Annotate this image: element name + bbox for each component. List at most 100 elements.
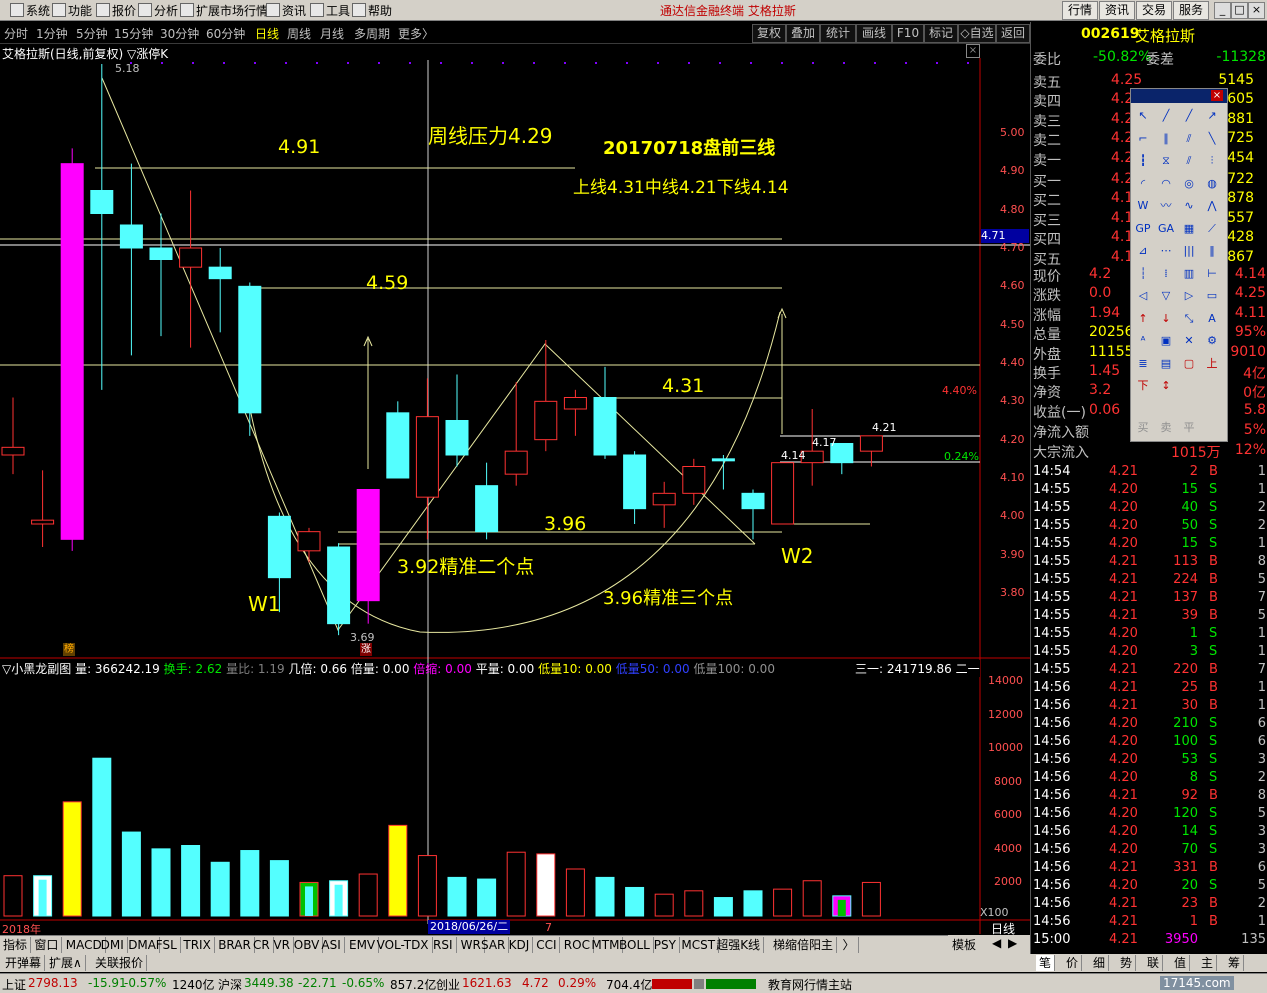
tick-row[interactable]: 14:56 4.21 331 B 6 bbox=[1031, 860, 1267, 878]
indicator-tab-6[interactable]: TRIX bbox=[180, 937, 215, 953]
indicator-tab-7[interactable]: BRAR bbox=[215, 937, 255, 953]
right-tab-6[interactable]: 主 bbox=[1198, 955, 1218, 971]
w-pattern-icon[interactable]: ⋀ bbox=[1203, 197, 1221, 215]
right-tab-2[interactable]: 细 bbox=[1090, 955, 1110, 971]
arc-icon[interactable]: ◜ bbox=[1134, 175, 1152, 193]
palette-text-2[interactable]: 平 bbox=[1180, 419, 1198, 437]
vertical-line-icon[interactable]: ┇ bbox=[1134, 152, 1152, 170]
multi-lines-icon[interactable]: ⫶ bbox=[1203, 152, 1221, 170]
save-icon[interactable]: ▤ bbox=[1157, 355, 1175, 373]
flat-mark-icon[interactable]: ↕ bbox=[1157, 377, 1175, 395]
indicator-tab-5[interactable]: FSL bbox=[153, 937, 181, 953]
indicator-tab-21[interactable]: BOLL bbox=[616, 937, 654, 953]
tick-row[interactable]: 14:56 4.20 20 S 5 bbox=[1031, 878, 1267, 896]
tick-row[interactable]: 14:55 4.21 39 B 5 bbox=[1031, 608, 1267, 626]
zigzag-icon[interactable]: 〰 bbox=[1157, 197, 1175, 215]
tick-row[interactable]: 14:56 4.20 120 S 5 bbox=[1031, 806, 1267, 824]
wave-icon[interactable]: W bbox=[1134, 197, 1152, 215]
period-item-3[interactable]: 15分钟 bbox=[114, 25, 153, 42]
segment-icon[interactable]: ⌐ bbox=[1134, 130, 1152, 148]
flag-icon[interactable]: ▷ bbox=[1180, 287, 1198, 305]
parallel-icon[interactable]: ∥ bbox=[1157, 130, 1175, 148]
toolbar-button-7[interactable]: 返回 bbox=[996, 24, 1030, 43]
ray-icon[interactable]: ╱ bbox=[1180, 107, 1198, 125]
toolbar-button-5[interactable]: 标记 bbox=[924, 24, 958, 43]
tick-row[interactable]: 15:00 4.21 3950 135 bbox=[1031, 932, 1267, 950]
fan-icon[interactable]: ⟋ bbox=[1203, 220, 1221, 238]
menu-right-button-3[interactable]: 服务 bbox=[1173, 1, 1209, 20]
toolbar-button-2[interactable]: 统计 bbox=[820, 24, 856, 43]
slash-icon[interactable]: ╲ bbox=[1203, 130, 1221, 148]
period-item-8[interactable]: 月线 bbox=[320, 25, 344, 42]
parallel-lines-icon[interactable]: ⫽ bbox=[1180, 152, 1198, 170]
palette-close-icon[interactable]: × bbox=[1211, 90, 1223, 101]
tick-row[interactable]: 14:56 4.21 92 B 8 bbox=[1031, 788, 1267, 806]
right-tab-7[interactable]: 筹 bbox=[1225, 955, 1245, 971]
tick-row[interactable]: 14:56 4.21 30 B 1 bbox=[1031, 698, 1267, 716]
settings-icon[interactable]: ⚙ bbox=[1203, 332, 1221, 350]
indicator-tab-0[interactable]: 指标 bbox=[0, 937, 32, 953]
palette-text-0[interactable]: 买 bbox=[1134, 419, 1152, 437]
trend-icon[interactable]: ∿ bbox=[1180, 197, 1198, 215]
bottom-tab-2[interactable]: 关联报价 bbox=[92, 955, 148, 971]
grid-icon[interactable]: ▦ bbox=[1180, 220, 1198, 238]
indicator-tab-18[interactable]: CCI bbox=[533, 937, 561, 953]
tick-row[interactable]: 14:56 4.20 8 S 2 bbox=[1031, 770, 1267, 788]
box-icon[interactable]: ◁ bbox=[1134, 287, 1152, 305]
right-tab-5[interactable]: 值 bbox=[1171, 955, 1191, 971]
bottom-tab-1[interactable]: 扩展∧ bbox=[46, 955, 86, 971]
zhang-marker[interactable]: 涨 bbox=[360, 643, 372, 656]
template-button[interactable]: 模板 bbox=[952, 936, 976, 953]
tick-row[interactable]: 14:55 4.20 1 S 1 bbox=[1031, 626, 1267, 644]
menu-right-button-1[interactable]: 资讯 bbox=[1099, 1, 1135, 20]
indicator-tab-22[interactable]: PSY bbox=[651, 937, 680, 953]
indicator-tab-11[interactable]: ASI bbox=[318, 937, 345, 953]
tick-row[interactable]: 14:55 4.20 3 S 1 bbox=[1031, 644, 1267, 662]
menu-right-button-0[interactable]: 行情 bbox=[1062, 1, 1098, 20]
bang-marker[interactable]: 榜 bbox=[63, 643, 75, 656]
menu-item-1[interactable]: 功能 bbox=[68, 2, 92, 19]
right-tab-3[interactable]: 势 bbox=[1117, 955, 1137, 971]
indicator-tab-14[interactable]: RSI bbox=[430, 937, 457, 953]
right-tab-0[interactable]: 笔 bbox=[1036, 955, 1056, 971]
indicator-tab-1[interactable]: 窗口 bbox=[31, 937, 63, 953]
right-tab-1[interactable]: 价 bbox=[1063, 955, 1083, 971]
toolbar-button-0[interactable]: 复权 bbox=[752, 24, 786, 43]
menu-item-2[interactable]: 报价 bbox=[112, 2, 136, 19]
toolbar-button-6[interactable]: ◇自选 bbox=[958, 24, 996, 43]
tick-row[interactable]: 14:56 4.21 23 B 2 bbox=[1031, 896, 1267, 914]
tick-row[interactable]: 14:55 4.21 224 B 5 bbox=[1031, 572, 1267, 590]
menu-item-3[interactable]: 分析 bbox=[154, 2, 178, 19]
tick-row[interactable]: 14:55 4.21 113 B 8 bbox=[1031, 554, 1267, 572]
fib-bars-icon[interactable]: ┆ bbox=[1134, 265, 1152, 283]
menu-item-6[interactable]: 工具 bbox=[326, 2, 350, 19]
rect-icon[interactable]: ▭ bbox=[1203, 287, 1221, 305]
tick-row[interactable]: 14:55 4.20 15 S 1 bbox=[1031, 536, 1267, 554]
indicator-tab-24[interactable]: 超强K线 bbox=[713, 937, 765, 953]
down-mark-icon[interactable]: 下 bbox=[1134, 377, 1152, 395]
palette-text-1[interactable]: 卖 bbox=[1157, 419, 1175, 437]
line-icon[interactable]: ╱ bbox=[1157, 107, 1175, 125]
menu-item-0[interactable]: 系统 bbox=[26, 2, 50, 19]
up-arrow-icon[interactable]: ↑ bbox=[1134, 310, 1152, 328]
down-arrow-icon[interactable]: ↓ bbox=[1157, 310, 1175, 328]
tick-row[interactable]: 14:56 4.20 210 S 6 bbox=[1031, 716, 1267, 734]
cycle-icon[interactable]: ⋯ bbox=[1157, 242, 1175, 260]
bottom-tab-0[interactable]: 开弹幕 bbox=[2, 955, 46, 971]
sphere-icon[interactable]: ◍ bbox=[1203, 175, 1221, 193]
minimize-button[interactable]: _ bbox=[1214, 2, 1231, 19]
scroll-right-icon[interactable]: ▶ bbox=[1008, 936, 1017, 950]
period-item-6[interactable]: 日线 bbox=[255, 25, 279, 42]
period-item-4[interactable]: 30分钟 bbox=[160, 25, 199, 42]
tick-row[interactable]: 14:56 4.20 100 S 6 bbox=[1031, 734, 1267, 752]
swing-icon[interactable]: ⤡ bbox=[1180, 310, 1198, 328]
menu-item-5[interactable]: 资讯 bbox=[282, 2, 306, 19]
toolbar-button-3[interactable]: 画线 bbox=[856, 24, 892, 43]
triangle-icon[interactable]: ▽ bbox=[1157, 287, 1175, 305]
indicator-tab-17[interactable]: KDJ bbox=[506, 937, 534, 953]
measure-icon[interactable]: ⊢ bbox=[1203, 265, 1221, 283]
delete-icon[interactable]: ✕ bbox=[1180, 332, 1198, 350]
tick-row[interactable]: 14:56 4.20 53 S 3 bbox=[1031, 752, 1267, 770]
ga-icon[interactable]: GA bbox=[1157, 220, 1175, 238]
list-icon[interactable]: ≣ bbox=[1134, 355, 1152, 373]
